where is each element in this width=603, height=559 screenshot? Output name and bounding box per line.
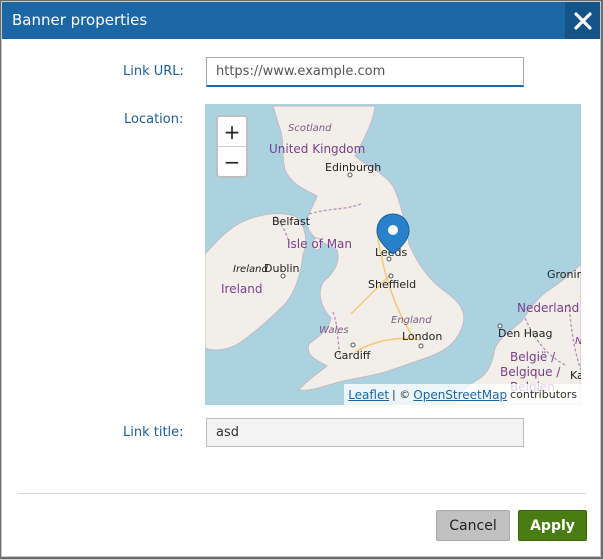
map-label-united-kingdom: United Kingdom: [269, 142, 365, 156]
map-label-nl-ka: Ka: [570, 369, 581, 382]
map-label-england: England: [391, 315, 432, 326]
map-attribution: Leaflet | © OpenStreetMap contributors: [344, 384, 581, 405]
map-label-wales: Wales: [319, 325, 349, 336]
map-label-belgie: België /: [510, 350, 556, 364]
apply-button[interactable]: Apply: [518, 510, 587, 541]
map-tiles: Scotland United Kingdom Edinburgh Belfas…: [205, 105, 581, 405]
map-label-dublin: Dublin: [264, 262, 300, 275]
banner-properties-dialog: Banner properties Link URL: Location:: [1, 1, 601, 557]
map-label-ireland: Ireland: [221, 282, 263, 296]
zoom-control: + −: [216, 115, 248, 178]
map-label-nederland: Nederland: [517, 301, 579, 315]
close-icon: [573, 11, 592, 30]
zoom-out-button[interactable]: −: [218, 147, 246, 176]
dialog-title: Banner properties: [12, 11, 148, 29]
map-label-sheffield: Sheffield: [368, 278, 416, 291]
map-label-belfast: Belfast: [272, 215, 311, 228]
map-label-belgique: Belgique /: [500, 365, 561, 379]
leaflet-link[interactable]: Leaflet: [348, 388, 389, 402]
link-title-input[interactable]: [206, 418, 524, 447]
link-title-label: Link title:: [123, 425, 184, 440]
link-url-label: Link URL:: [123, 64, 184, 79]
attribution-contributors: contributors: [510, 388, 577, 401]
cancel-button[interactable]: Cancel: [436, 510, 510, 541]
map-label-isle-of-man: Isle of Man: [287, 237, 352, 251]
close-button[interactable]: [565, 2, 600, 39]
openstreetmap-link[interactable]: OpenStreetMap: [413, 388, 507, 402]
footer-divider: [18, 493, 586, 494]
map-label-den-haag: Den Haag: [498, 327, 552, 340]
map-label-scotland: Scotland: [288, 123, 332, 134]
location-label: Location:: [124, 112, 184, 127]
dialog-titlebar: Banner properties: [2, 2, 600, 39]
location-map[interactable]: Scotland United Kingdom Edinburgh Belfas…: [205, 104, 581, 405]
link-url-input[interactable]: [206, 57, 524, 87]
attribution-separator: | ©: [392, 388, 411, 401]
zoom-in-button[interactable]: +: [218, 117, 246, 147]
map-label-london: London: [402, 330, 442, 343]
map-label-nl-n: N: [575, 336, 581, 347]
map-label-edinburgh: Edinburgh: [325, 161, 381, 174]
map-label-cardiff: Cardiff: [334, 349, 371, 362]
map-label-groningen: Gronin: [547, 268, 581, 281]
